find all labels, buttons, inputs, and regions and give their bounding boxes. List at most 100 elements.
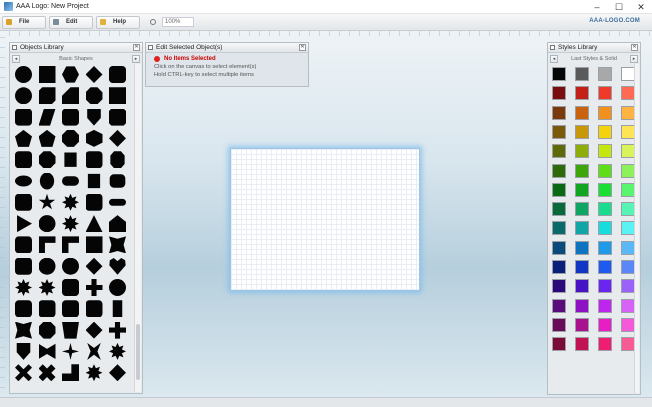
color-swatch[interactable] bbox=[575, 105, 589, 120]
color-swatch[interactable] bbox=[575, 337, 589, 352]
shape-star5-icon[interactable] bbox=[38, 193, 56, 210]
color-swatch[interactable] bbox=[598, 298, 612, 313]
shape-circle-icon[interactable] bbox=[38, 257, 56, 275]
shape-octagon-tall-icon[interactable] bbox=[110, 151, 125, 169]
shape-square-icon[interactable] bbox=[85, 236, 103, 254]
color-swatch[interactable] bbox=[552, 86, 566, 101]
color-swatch[interactable] bbox=[621, 163, 635, 178]
color-swatch[interactable] bbox=[552, 124, 566, 139]
shape-star8-icon[interactable] bbox=[62, 193, 79, 211]
shape-rounded-square-icon[interactable] bbox=[109, 66, 126, 83]
close-button[interactable]: ✕ bbox=[630, 0, 652, 14]
color-swatch[interactable] bbox=[598, 221, 612, 236]
next-category-button[interactable]: ▸ bbox=[132, 54, 140, 63]
color-swatch[interactable] bbox=[598, 182, 612, 197]
shape-star8-icon[interactable] bbox=[109, 342, 126, 360]
shape-square-icon[interactable] bbox=[38, 66, 56, 83]
shape-l-shape-icon[interactable] bbox=[38, 236, 56, 254]
color-swatch[interactable] bbox=[598, 67, 612, 81]
shape-trapezoid-icon[interactable] bbox=[62, 87, 79, 105]
color-swatch[interactable] bbox=[575, 163, 589, 178]
close-panel-icon[interactable]: ✕ bbox=[299, 44, 306, 51]
color-swatch[interactable] bbox=[598, 279, 612, 294]
shape-l-shape-icon[interactable] bbox=[62, 236, 79, 254]
shape-circle-icon[interactable] bbox=[62, 257, 79, 275]
shape-rounded-square-icon[interactable] bbox=[15, 300, 32, 318]
color-swatch[interactable] bbox=[621, 240, 635, 255]
color-swatch[interactable] bbox=[552, 144, 566, 159]
shape-pentagon-icon[interactable] bbox=[15, 129, 32, 147]
maximize-button[interactable]: ☐ bbox=[608, 0, 630, 14]
styles-scrollbar[interactable] bbox=[634, 64, 639, 393]
color-swatch[interactable] bbox=[552, 67, 566, 81]
shape-octagon-icon[interactable] bbox=[85, 87, 103, 105]
shape-circle-icon[interactable] bbox=[15, 66, 32, 83]
shape-star8-icon[interactable] bbox=[38, 279, 56, 296]
shape-cross-icon[interactable] bbox=[109, 321, 126, 339]
shape-notched-square-icon[interactable] bbox=[38, 87, 56, 105]
shape-shield-icon[interactable] bbox=[16, 342, 31, 360]
shape-rounded-square-icon[interactable] bbox=[62, 300, 79, 318]
shape-rounded-square-icon[interactable] bbox=[15, 193, 32, 211]
shape-pill-icon[interactable] bbox=[109, 198, 126, 206]
color-swatch[interactable] bbox=[575, 202, 589, 217]
shape-rounded-square-icon[interactable] bbox=[62, 108, 79, 126]
shape-star8-icon[interactable] bbox=[62, 215, 79, 233]
color-swatch[interactable] bbox=[575, 86, 589, 101]
color-swatch[interactable] bbox=[621, 67, 635, 81]
brand-link[interactable]: AAA-LOGO.COM bbox=[589, 18, 640, 24]
shape-concave-square-icon[interactable] bbox=[15, 321, 32, 339]
color-swatch[interactable] bbox=[621, 124, 635, 139]
color-swatch[interactable] bbox=[621, 144, 635, 159]
color-swatch[interactable] bbox=[552, 105, 566, 120]
color-swatch[interactable] bbox=[621, 298, 635, 313]
shape-rect-icon[interactable] bbox=[87, 173, 101, 189]
color-swatch[interactable] bbox=[575, 144, 589, 159]
color-swatch[interactable] bbox=[552, 163, 566, 178]
color-swatch[interactable] bbox=[598, 163, 612, 178]
color-swatch[interactable] bbox=[621, 182, 635, 197]
minimize-button[interactable]: – bbox=[586, 0, 608, 14]
shape-shield-icon[interactable] bbox=[87, 108, 101, 126]
shape-rect-icon[interactable] bbox=[64, 152, 77, 167]
color-swatch[interactable] bbox=[575, 221, 589, 236]
shape-rounded-square-icon[interactable] bbox=[62, 279, 79, 296]
shape-rounded-square-icon[interactable] bbox=[15, 151, 32, 169]
color-swatch[interactable] bbox=[598, 337, 612, 352]
color-swatch[interactable] bbox=[621, 260, 635, 274]
shape-triangle-icon[interactable] bbox=[85, 215, 103, 233]
color-swatch[interactable] bbox=[552, 202, 566, 217]
shape-rounded-square-icon[interactable] bbox=[85, 193, 103, 211]
color-swatch[interactable] bbox=[621, 279, 635, 294]
close-panel-icon[interactable]: ✕ bbox=[631, 44, 638, 51]
shape-rounded-square-icon[interactable] bbox=[85, 151, 103, 169]
prev-style-category-button[interactable]: ◂ bbox=[550, 54, 558, 63]
shape-parallelogram-icon[interactable] bbox=[38, 108, 56, 126]
shape-cross-icon[interactable] bbox=[85, 279, 103, 296]
shape-rounded-square-icon[interactable] bbox=[15, 257, 32, 275]
shape-star8-icon[interactable] bbox=[85, 364, 103, 382]
shape-rounded-square-icon[interactable] bbox=[38, 300, 56, 318]
shape-step-icon[interactable] bbox=[62, 364, 79, 382]
shape-diamond-icon[interactable] bbox=[85, 257, 103, 275]
objects-scrollbar[interactable] bbox=[134, 64, 141, 392]
color-swatch[interactable] bbox=[552, 260, 566, 274]
color-swatch[interactable] bbox=[621, 337, 635, 352]
file-menu-button[interactable]: File bbox=[2, 15, 46, 29]
shape-tall-rect-icon[interactable] bbox=[112, 300, 123, 318]
shape-diamond-icon[interactable] bbox=[85, 66, 103, 83]
shape-x-cross-icon[interactable] bbox=[38, 364, 56, 382]
shape-star8-icon[interactable] bbox=[15, 279, 32, 296]
color-swatch[interactable] bbox=[575, 240, 589, 255]
shape-diamond-icon[interactable] bbox=[85, 321, 103, 339]
edit-menu-button[interactable]: Edit bbox=[49, 15, 93, 29]
logo-canvas[interactable] bbox=[230, 148, 420, 291]
color-swatch[interactable] bbox=[575, 279, 589, 294]
color-swatch[interactable] bbox=[621, 317, 635, 332]
shape-octagon-icon[interactable] bbox=[38, 321, 56, 339]
color-swatch[interactable] bbox=[575, 124, 589, 139]
shape-heart-icon[interactable] bbox=[109, 258, 126, 275]
color-swatch[interactable] bbox=[621, 86, 635, 101]
color-swatch[interactable] bbox=[552, 279, 566, 294]
close-panel-icon[interactable]: ✕ bbox=[133, 44, 140, 51]
